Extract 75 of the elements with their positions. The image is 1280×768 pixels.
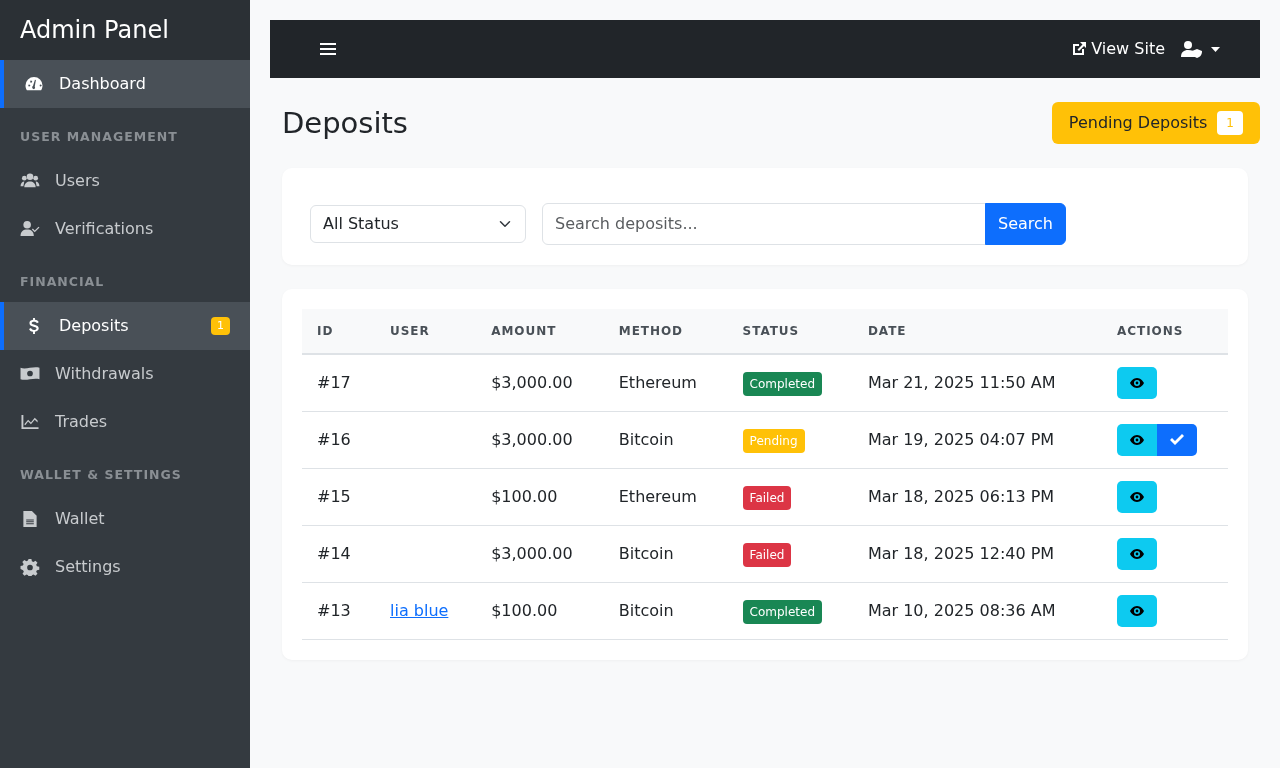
sidebar-item[interactable]: Wallet (0, 494, 250, 543)
table-cell: #13 (302, 582, 375, 639)
table-cell: Bitcoin (603, 411, 728, 468)
sidebar-item[interactable]: Trades (0, 397, 250, 446)
eye-icon (1130, 377, 1144, 388)
eye-icon (1130, 434, 1144, 445)
column-header: METHOD (603, 309, 728, 354)
table-cell: #15 (302, 468, 375, 525)
caret-icon (1211, 46, 1220, 52)
view-button[interactable] (1117, 537, 1157, 570)
view-button[interactable] (1117, 423, 1157, 456)
section-heading: FINANCIAL (19, 273, 106, 292)
status-label: Pending (742, 428, 805, 453)
status-label: Failed (742, 542, 792, 567)
user-shield-icon (1181, 40, 1203, 58)
status-label: Completed (742, 599, 823, 624)
search-field[interactable]: Search deposits... (542, 203, 987, 245)
chart-line-icon (20, 412, 40, 431)
view-site-link[interactable]: View Site (1071, 37, 1165, 61)
sidebar-item[interactable]: Settings (0, 542, 250, 591)
table-cell: Mar 18, 2025 06:13 PM (852, 468, 1102, 525)
external-link-icon (1071, 41, 1088, 57)
table-cell: $3,000.00 (476, 525, 604, 582)
column-header: USER (375, 309, 477, 354)
sidebar-item[interactable]: Users (0, 157, 250, 206)
table-cell: Ethereum (603, 354, 728, 411)
eye-icon (1130, 605, 1144, 616)
table-cell: Mar 10, 2025 08:36 AM (852, 582, 1102, 639)
column-header: ACTIONS (1102, 309, 1228, 354)
status-label: Completed (742, 371, 823, 396)
user-link[interactable]: lia blue (390, 600, 449, 620)
menu-icon[interactable] (320, 42, 336, 56)
table-cell: #14 (302, 525, 375, 582)
table-cell: #17 (302, 354, 375, 411)
money-bill-icon (20, 364, 40, 383)
table-cell: Mar 21, 2025 11:50 AM (852, 354, 1102, 411)
table-cell: Bitcoin (603, 525, 728, 582)
view-button[interactable] (1117, 480, 1157, 513)
sidebar-item[interactable]: Dashboard (0, 60, 250, 109)
section-heading: USER MANAGEMENT (19, 128, 179, 147)
table-cell: Bitcoin (603, 582, 728, 639)
column-header: STATUS (727, 309, 853, 354)
file-icon (20, 509, 40, 528)
status-select[interactable]: All Status (310, 205, 526, 243)
sidebar-item[interactable]: Verifications (0, 205, 250, 254)
check-icon (1170, 434, 1184, 445)
approve-button[interactable] (1157, 423, 1197, 456)
pending-deposits-button[interactable]: Pending Deposits 1 (1051, 102, 1260, 144)
column-header: AMOUNT (476, 309, 604, 354)
table-cell: Mar 19, 2025 04:07 PM (852, 411, 1102, 468)
gear-icon (20, 557, 40, 576)
pending-count-badge: 1 (1217, 111, 1243, 135)
view-button[interactable] (1117, 594, 1157, 627)
eye-icon (1130, 491, 1144, 502)
view-button[interactable] (1117, 366, 1157, 399)
user-check-icon (20, 220, 40, 239)
count-badge: 1 (211, 316, 230, 336)
table-cell: $3,000.00 (476, 411, 604, 468)
user-menu-button[interactable] (1181, 40, 1220, 58)
eye-icon (1130, 548, 1144, 559)
page-title: Deposits (282, 105, 408, 141)
table-cell: Ethereum (603, 468, 728, 525)
table-cell: $100.00 (476, 582, 604, 639)
column-header: DATE (852, 309, 1102, 354)
table-cell: $100.00 (476, 468, 604, 525)
sidebar-item[interactable]: Deposits 1 (0, 301, 250, 350)
table-cell: #16 (302, 411, 375, 468)
table-cell: Mar 18, 2025 12:40 PM (852, 525, 1102, 582)
sidebar-item[interactable]: Withdrawals (0, 349, 250, 398)
sidebar-title: Admin Panel (0, 0, 250, 61)
status-label: Failed (742, 485, 792, 510)
section-heading: WALLET & SETTINGS (19, 465, 183, 484)
search-button[interactable]: Search (985, 203, 1066, 245)
table-cell: $3,000.00 (476, 354, 604, 411)
column-header: ID (302, 309, 375, 354)
